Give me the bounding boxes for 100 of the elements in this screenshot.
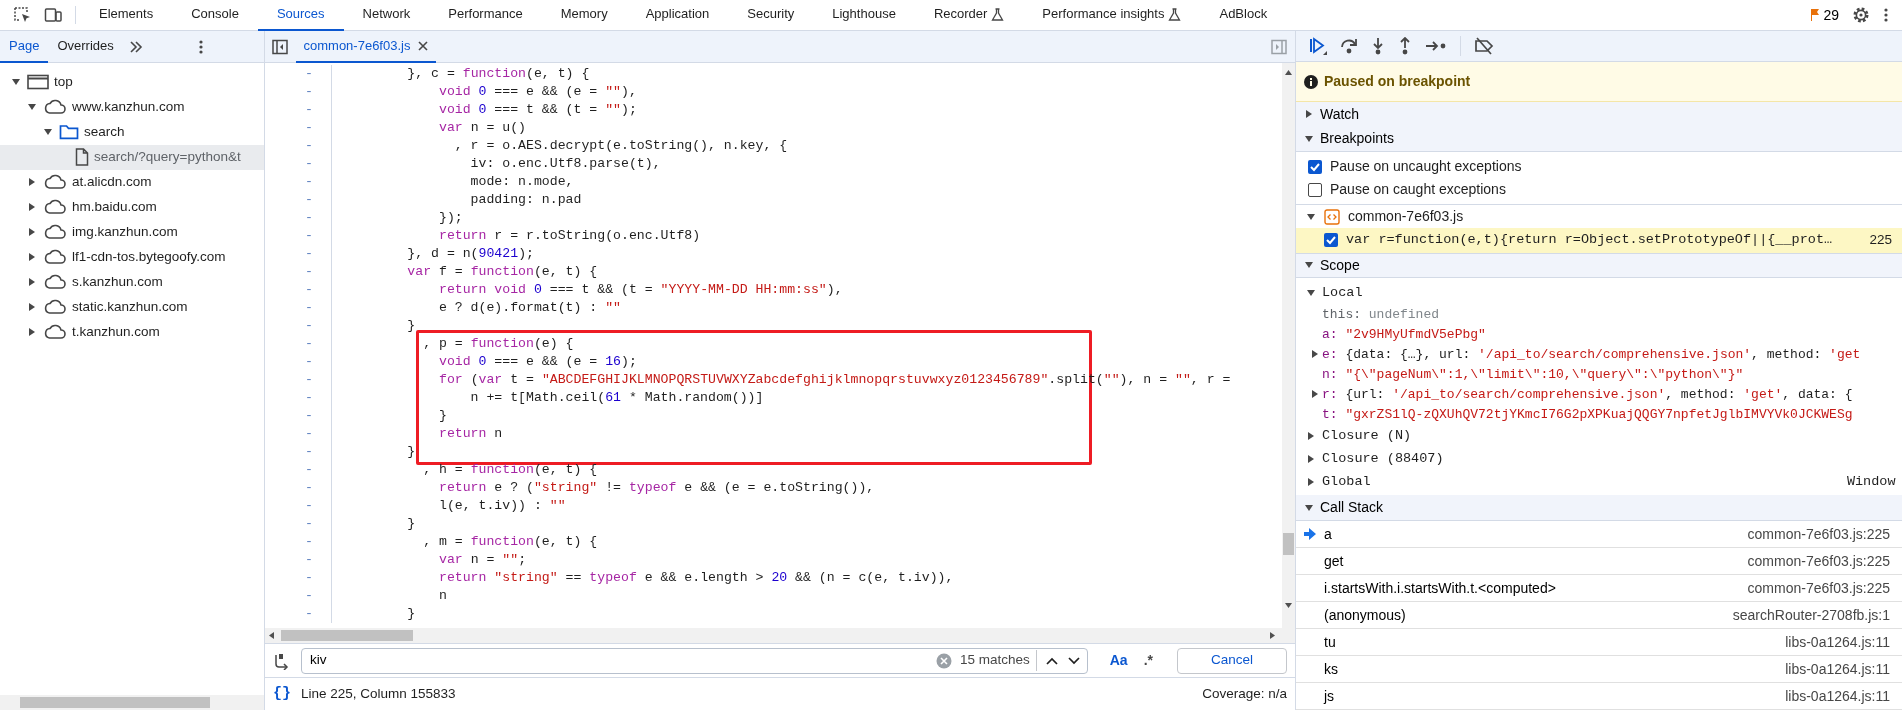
section-header[interactable]: Breakpoints — [1296, 126, 1902, 151]
tree-item[interactable]: s.kanzhun.com — [0, 269, 264, 295]
section-header[interactable]: Scope — [1296, 252, 1902, 278]
file-icon — [75, 148, 89, 166]
issues-button[interactable]: 29 — [1810, 4, 1839, 26]
panel-tab[interactable]: Console — [172, 0, 258, 31]
navigator-tab[interactable]: Page — [0, 30, 49, 63]
match-count: 15 matches — [959, 650, 1037, 671]
tree-item[interactable]: at.alicdn.com — [0, 169, 264, 195]
settings-icon[interactable] — [1852, 6, 1870, 24]
step-into-icon[interactable] — [1371, 37, 1385, 56]
call-frame[interactable]: js libs-0a1264.js:11 — [1296, 683, 1902, 710]
panel-tab[interactable]: Elements — [80, 0, 173, 31]
panel-tab[interactable]: Security — [728, 0, 814, 31]
call-frame[interactable]: (anonymous) searchRouter-2708fb.js:1 — [1296, 602, 1902, 629]
collapse-arrow-icon[interactable] — [27, 177, 37, 187]
tree-item[interactable]: top — [0, 69, 264, 95]
collapse-arrow-icon[interactable] — [27, 252, 37, 262]
next-match-icon[interactable] — [1066, 655, 1081, 666]
breakpoint-item[interactable]: var r=function(e,t){return r=Object.setPrototypeOf||{__prot… 225 — [1296, 228, 1902, 253]
collapse-arrow-icon[interactable] — [27, 327, 37, 337]
more-options-icon[interactable] — [1883, 7, 1889, 23]
navigator-toggle-icon[interactable] — [271, 38, 288, 55]
match-case-toggle[interactable]: Aa — [1109, 650, 1128, 671]
step-out-icon[interactable] — [1398, 37, 1412, 56]
panel-tab[interactable]: AdBlock — [1200, 0, 1287, 31]
call-frame[interactable]: ks libs-0a1264.js:11 — [1296, 656, 1902, 683]
panel-tab[interactable]: Recorder — [914, 0, 1024, 31]
scope-group[interactable]: Global Window — [1296, 470, 1902, 494]
tree-item[interactable]: t.kanzhun.com — [0, 319, 264, 345]
panel-tab[interactable]: Lighthouse — [813, 0, 915, 31]
collapse-arrow-icon[interactable] — [27, 277, 37, 287]
call-frame[interactable]: i.startsWith.i.startsWith.t.<computed> common-7e6f03.js:225 — [1296, 575, 1902, 602]
resume-icon[interactable] — [1309, 37, 1327, 56]
collapse-arrow-icon — [1306, 476, 1316, 487]
cancel-button[interactable]: Cancel — [1177, 647, 1287, 674]
tree-item[interactable]: static.kanzhun.com — [0, 294, 264, 320]
replace-toggle-icon[interactable] — [273, 651, 291, 670]
more-tabs-icon[interactable] — [128, 40, 143, 53]
scope-group[interactable]: Local — [1296, 281, 1902, 305]
regex-toggle[interactable]: .* — [1143, 650, 1153, 671]
checkbox[interactable] — [1308, 182, 1322, 197]
more-options-icon[interactable] — [198, 38, 204, 55]
collapse-arrow-icon[interactable] — [27, 202, 37, 212]
panel-tab[interactable]: Performance insights — [1023, 0, 1201, 31]
cloud-icon — [43, 324, 67, 340]
expand-arrow-icon[interactable] — [11, 77, 21, 87]
device-toolbar-icon[interactable] — [44, 6, 62, 24]
code-line: return void 0 === t && (t = "YYYY-MM-DD HH:mm:ss"), — [437, 281, 843, 299]
search-field[interactable]: kiv 15 matches — [301, 647, 1088, 674]
tree-item[interactable]: search — [0, 119, 264, 145]
call-frame[interactable]: get common-7e6f03.js:225 — [1296, 548, 1902, 575]
step-over-icon[interactable] — [1340, 37, 1358, 56]
cloud-icon — [43, 199, 67, 215]
scrollbar[interactable] — [265, 628, 1295, 643]
coverage-status: Coverage: n/a — [1202, 684, 1287, 703]
checkbox[interactable] — [1308, 159, 1322, 174]
close-icon[interactable] — [418, 40, 429, 51]
scrollbar[interactable] — [1282, 63, 1295, 628]
code-line: }, c = function(e, t) { — [406, 65, 590, 83]
checkbox[interactable] — [1324, 233, 1338, 248]
code-line: void 0 === e && (e = ""), — [437, 83, 637, 101]
search-input[interactable]: kiv — [308, 649, 928, 672]
file-tab[interactable]: common-7e6f03.js — [295, 30, 437, 63]
panel-tab[interactable]: Network — [343, 0, 430, 31]
tree-item[interactable]: hm.baidu.com — [0, 194, 264, 220]
scope-variable[interactable]: e: {data: {…}, url: '/api_to/search/comprehensive.json', method: 'get — [1296, 344, 1902, 365]
tree-item[interactable]: search/?query=python&t — [0, 144, 264, 170]
status-message: Paused on breakpoint — [1324, 72, 1471, 92]
debugger-toggle-icon[interactable] — [1271, 38, 1287, 55]
scrollbar[interactable] — [0, 695, 264, 710]
inspect-icon[interactable] — [13, 6, 31, 24]
code-line: l(e, t.iv)) : "" — [437, 497, 566, 515]
tree-item[interactable]: lf1-cdn-tos.bytegoofy.com — [0, 244, 264, 270]
panel-tab[interactable]: Performance — [429, 0, 542, 31]
scope-group[interactable]: Closure (88407) — [1296, 447, 1902, 471]
tree-item[interactable]: www.kanzhun.com — [0, 94, 264, 120]
code-line: n — [437, 587, 447, 605]
deactivate-breakpoints-icon[interactable] — [1474, 37, 1494, 56]
code-line: mode: n.mode, — [469, 173, 574, 191]
section-header[interactable]: Call Stack — [1296, 495, 1902, 520]
scrollbar-thumb[interactable] — [20, 697, 210, 708]
section-header[interactable]: Watch — [1296, 101, 1902, 127]
info-icon — [1304, 74, 1318, 89]
tree-item[interactable]: img.kanzhun.com — [0, 219, 264, 245]
expand-arrow-icon[interactable] — [43, 127, 53, 137]
panel-tab[interactable]: Application — [626, 0, 729, 31]
clear-icon[interactable] — [935, 652, 952, 669]
code-line: } — [406, 515, 416, 533]
call-frame[interactable]: tu libs-0a1264.js:11 — [1296, 629, 1902, 656]
scope-variable[interactable]: r: {url: '/api_to/search/comprehensive.json', method: 'get', data: { — [1296, 384, 1902, 405]
collapse-arrow-icon[interactable] — [27, 227, 37, 237]
panel-tab[interactable]: Memory — [541, 0, 627, 31]
call-frame[interactable]: a common-7e6f03.js:225 — [1296, 521, 1902, 548]
previous-match-icon[interactable] — [1044, 655, 1059, 666]
collapse-arrow-icon[interactable] — [27, 302, 37, 312]
expand-arrow-icon[interactable] — [27, 102, 37, 112]
pretty-print-button[interactable]: {} — [273, 682, 291, 706]
scope-group[interactable]: Closure (N) — [1296, 424, 1902, 448]
navigator-tab[interactable]: Overrides — [48, 30, 123, 63]
